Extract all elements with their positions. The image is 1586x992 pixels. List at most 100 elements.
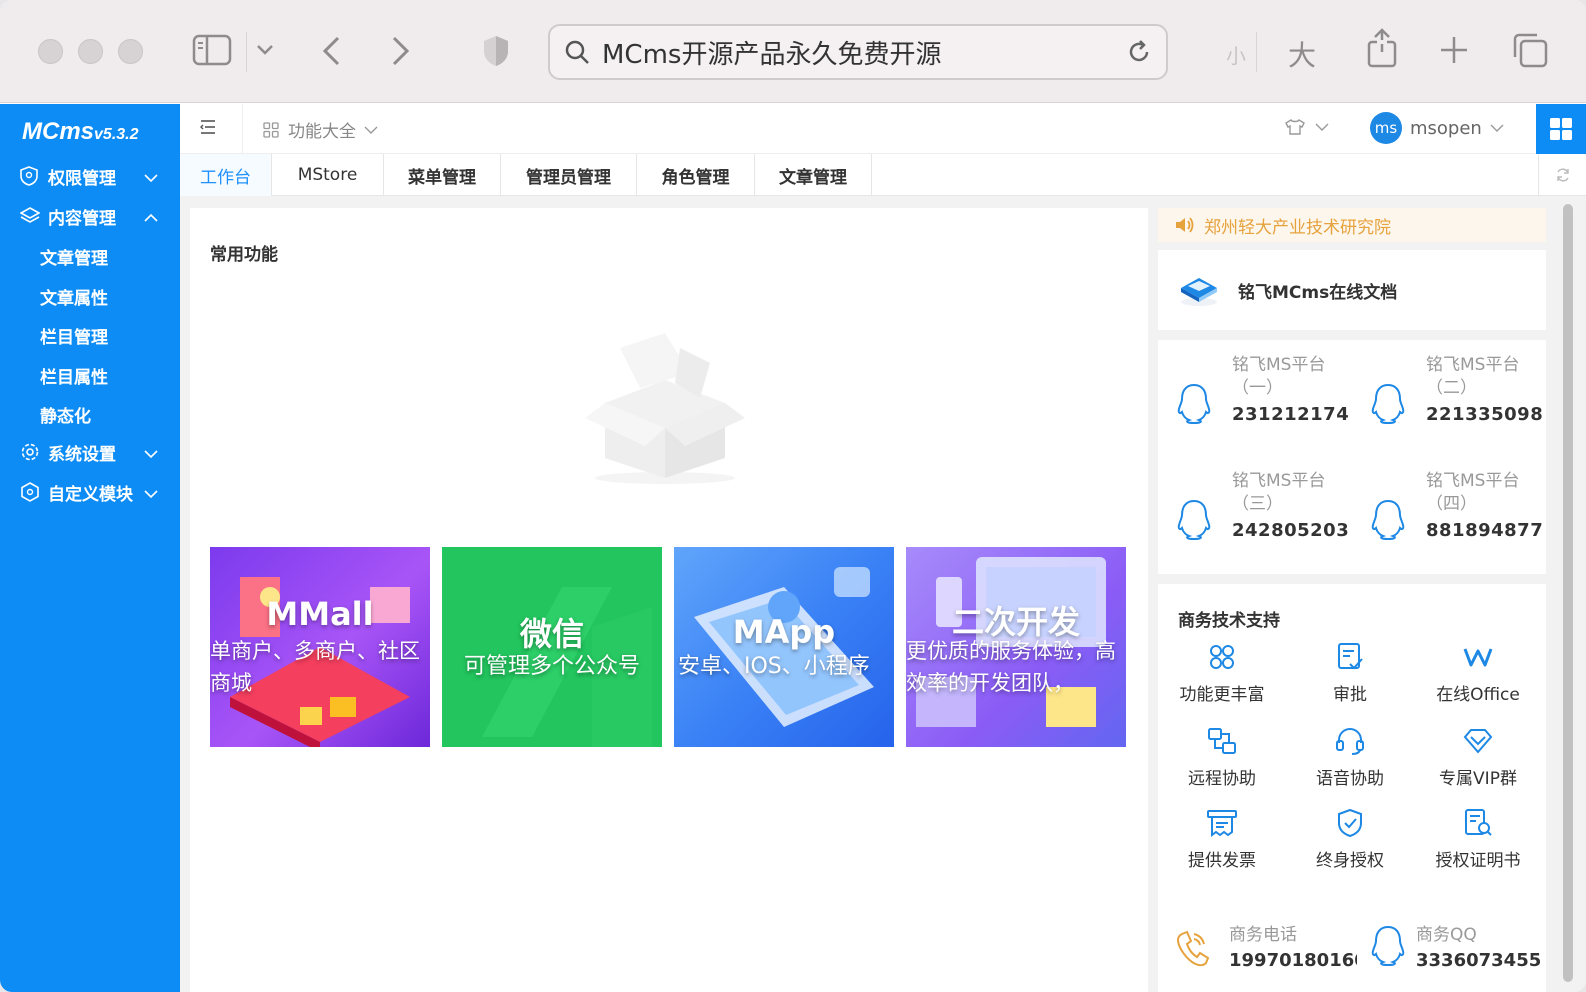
qq-icon xyxy=(1174,498,1214,544)
support-title: 商务技术支持 xyxy=(1178,611,1280,631)
card-subtitle: 更优质的服务体验，高效率的开发团队， xyxy=(906,639,1116,695)
card-subtitle: 单商户、多商户、社区商城 xyxy=(210,639,420,695)
refresh-tab-button[interactable] xyxy=(1538,154,1586,196)
qq-group-name: 铭飞MS平台（一） xyxy=(1232,355,1326,398)
back-icon[interactable] xyxy=(320,36,342,66)
functions-menu[interactable]: 功能大全 xyxy=(262,117,378,142)
empty-box-icon xyxy=(580,318,750,488)
tab-overview-icon[interactable] xyxy=(1512,32,1548,68)
qq-group-item[interactable]: 铭飞MS平台（三） 242805203 xyxy=(1158,468,1350,568)
tab-workbench[interactable]: 工作台 xyxy=(180,154,272,196)
business-qq[interactable]: 商务QQ 3336073455 xyxy=(1368,920,1548,980)
business-phone[interactable]: 商务电话 19970180160 xyxy=(1174,920,1357,980)
scrollbar[interactable] xyxy=(1561,202,1575,988)
support-panel: 商务技术支持 功能更丰富 审批 在线Office 远程协助 语音协助 专属VIP… xyxy=(1158,584,1546,992)
card-title: 微信 xyxy=(519,615,584,653)
sidebar-item-content[interactable]: 内容管理 xyxy=(0,196,180,236)
office-icon xyxy=(1418,640,1538,674)
app-switcher-button[interactable] xyxy=(1536,104,1586,154)
user-menu[interactable]: ms msopen xyxy=(1370,112,1504,144)
new-tab-icon[interactable] xyxy=(1440,36,1468,64)
sidebar-subitem-column-attrs[interactable]: 栏目属性 xyxy=(40,363,108,388)
support-item[interactable]: 专属VIP群 xyxy=(1418,724,1538,789)
support-item[interactable]: 语音协助 xyxy=(1290,724,1410,789)
privacy-shield-icon[interactable] xyxy=(482,34,510,68)
qq-icon xyxy=(1174,382,1214,428)
chevron-up-icon xyxy=(144,208,158,228)
sidebar-subitem-static[interactable]: 静态化 xyxy=(40,402,91,427)
browser-toolbar: MCms开源产品永久免费开源 小 大 xyxy=(0,0,1586,103)
scrollbar-thumb[interactable] xyxy=(1563,204,1573,982)
docs-label: 铭飞MCms在线文档 xyxy=(1238,282,1398,303)
qq-group-item[interactable]: 铭飞MS平台（四） 881894877 xyxy=(1352,468,1543,568)
qq-icon xyxy=(1368,498,1408,544)
card-mapp[interactable]: MApp 安卓、IOS、小程序 xyxy=(674,547,894,747)
sidebar-subitem-articles[interactable]: 文章管理 xyxy=(40,244,108,269)
sidebar: MCmsv5.3.2 权限管理 内容管理 文章管理 文章属性 栏目管理 栏目属性… xyxy=(0,104,180,992)
reload-icon[interactable] xyxy=(1126,39,1152,65)
avatar: ms xyxy=(1370,112,1402,144)
forward-icon[interactable] xyxy=(390,36,412,66)
address-bar[interactable]: MCms开源产品永久免费开源 xyxy=(548,24,1168,80)
sidebar-toggle-icon[interactable] xyxy=(192,34,232,66)
qq-icon xyxy=(1368,382,1408,428)
font-smaller-button[interactable]: 小 xyxy=(1226,40,1246,69)
card-subtitle: 安卓、IOS、小程序 xyxy=(678,654,870,679)
font-larger-button[interactable]: 大 xyxy=(1288,34,1316,74)
grid-icon xyxy=(1162,640,1282,674)
browser-window: MCms开源产品永久免费开源 小 大 MCmsv5.3.2 权限管理 内容管理 xyxy=(0,0,1586,992)
certificate-icon xyxy=(1418,806,1538,840)
support-item[interactable]: 提供发票 xyxy=(1162,806,1282,871)
qq-group-number: 242805203 xyxy=(1232,520,1350,541)
app-logo[interactable]: MCmsv5.3.2 xyxy=(22,118,139,146)
phone-icon xyxy=(1174,928,1210,972)
sidebar-item-settings[interactable]: 系统设置 xyxy=(0,432,180,472)
tab-menu-management[interactable]: 菜单管理 xyxy=(384,154,501,196)
theme-menu[interactable] xyxy=(1285,118,1329,136)
support-label: 远程协助 xyxy=(1188,769,1256,789)
search-icon xyxy=(564,39,590,65)
functions-label: 功能大全 xyxy=(288,122,356,142)
card-title: MMall xyxy=(266,595,374,633)
tab-admin-management[interactable]: 管理员管理 xyxy=(501,154,637,196)
support-label: 审批 xyxy=(1333,685,1367,705)
tab-article-management[interactable]: 文章管理 xyxy=(755,154,872,196)
chevron-down-icon[interactable] xyxy=(256,44,274,56)
support-label: 功能更丰富 xyxy=(1179,685,1265,705)
support-label: 提供发票 xyxy=(1188,851,1256,871)
qq-group-name: 铭飞MS平台（二） xyxy=(1426,355,1520,398)
close-window-button[interactable] xyxy=(38,39,63,64)
support-item[interactable]: 功能更丰富 xyxy=(1162,640,1282,705)
qq-group-item[interactable]: 铭飞MS平台（一） 231212174 xyxy=(1158,352,1349,452)
support-item[interactable]: 授权证明书 xyxy=(1418,806,1538,871)
support-item[interactable]: 终身授权 xyxy=(1290,806,1410,871)
support-item[interactable]: 在线Office xyxy=(1418,640,1538,705)
support-item[interactable]: 审批 xyxy=(1290,640,1410,705)
tab-mstore[interactable]: MStore xyxy=(272,154,384,196)
contact-label: 商务电话 xyxy=(1229,925,1297,945)
zoom-window-button[interactable] xyxy=(118,39,143,64)
online-docs-link[interactable]: 铭飞MCms在线文档 xyxy=(1158,250,1546,330)
card-wechat[interactable]: 微信 可管理多个公众号 xyxy=(442,547,662,747)
card-mmall[interactable]: MMall 单商户、多商户、社区商城 xyxy=(210,547,430,747)
sidebar-subitem-columns[interactable]: 栏目管理 xyxy=(40,323,108,348)
sidebar-item-permissions[interactable]: 权限管理 xyxy=(0,156,180,196)
headset-icon xyxy=(1290,724,1410,758)
qq-icon xyxy=(1368,924,1408,970)
minimize-window-button[interactable] xyxy=(78,39,103,64)
sidebar-item-custom-modules[interactable]: 自定义模块 xyxy=(0,472,180,512)
sidebar-item-label: 系统设置 xyxy=(48,444,116,465)
share-icon[interactable] xyxy=(1366,28,1398,68)
notice-bar[interactable]: 郑州轻大产业技术研究院 xyxy=(1158,208,1546,242)
collapse-menu-icon[interactable] xyxy=(198,117,218,141)
support-item[interactable]: 远程协助 xyxy=(1162,724,1282,789)
card-secondary-dev[interactable]: 二次开发 更优质的服务体验，高效率的开发团队， xyxy=(906,547,1126,747)
qq-group-item[interactable]: 铭飞MS平台（二） 221335098 xyxy=(1352,352,1543,452)
tab-bar: 工作台 MStore 菜单管理 管理员管理 角色管理 文章管理 xyxy=(180,154,1586,196)
tab-role-management[interactable]: 角色管理 xyxy=(637,154,755,196)
address-text: MCms开源产品永久免费开源 xyxy=(602,39,942,70)
diamond-icon xyxy=(1418,724,1538,758)
sidebar-subitem-article-attrs[interactable]: 文章属性 xyxy=(40,284,108,309)
remote-icon xyxy=(1162,724,1282,758)
panel-title: 常用功能 xyxy=(210,245,278,265)
